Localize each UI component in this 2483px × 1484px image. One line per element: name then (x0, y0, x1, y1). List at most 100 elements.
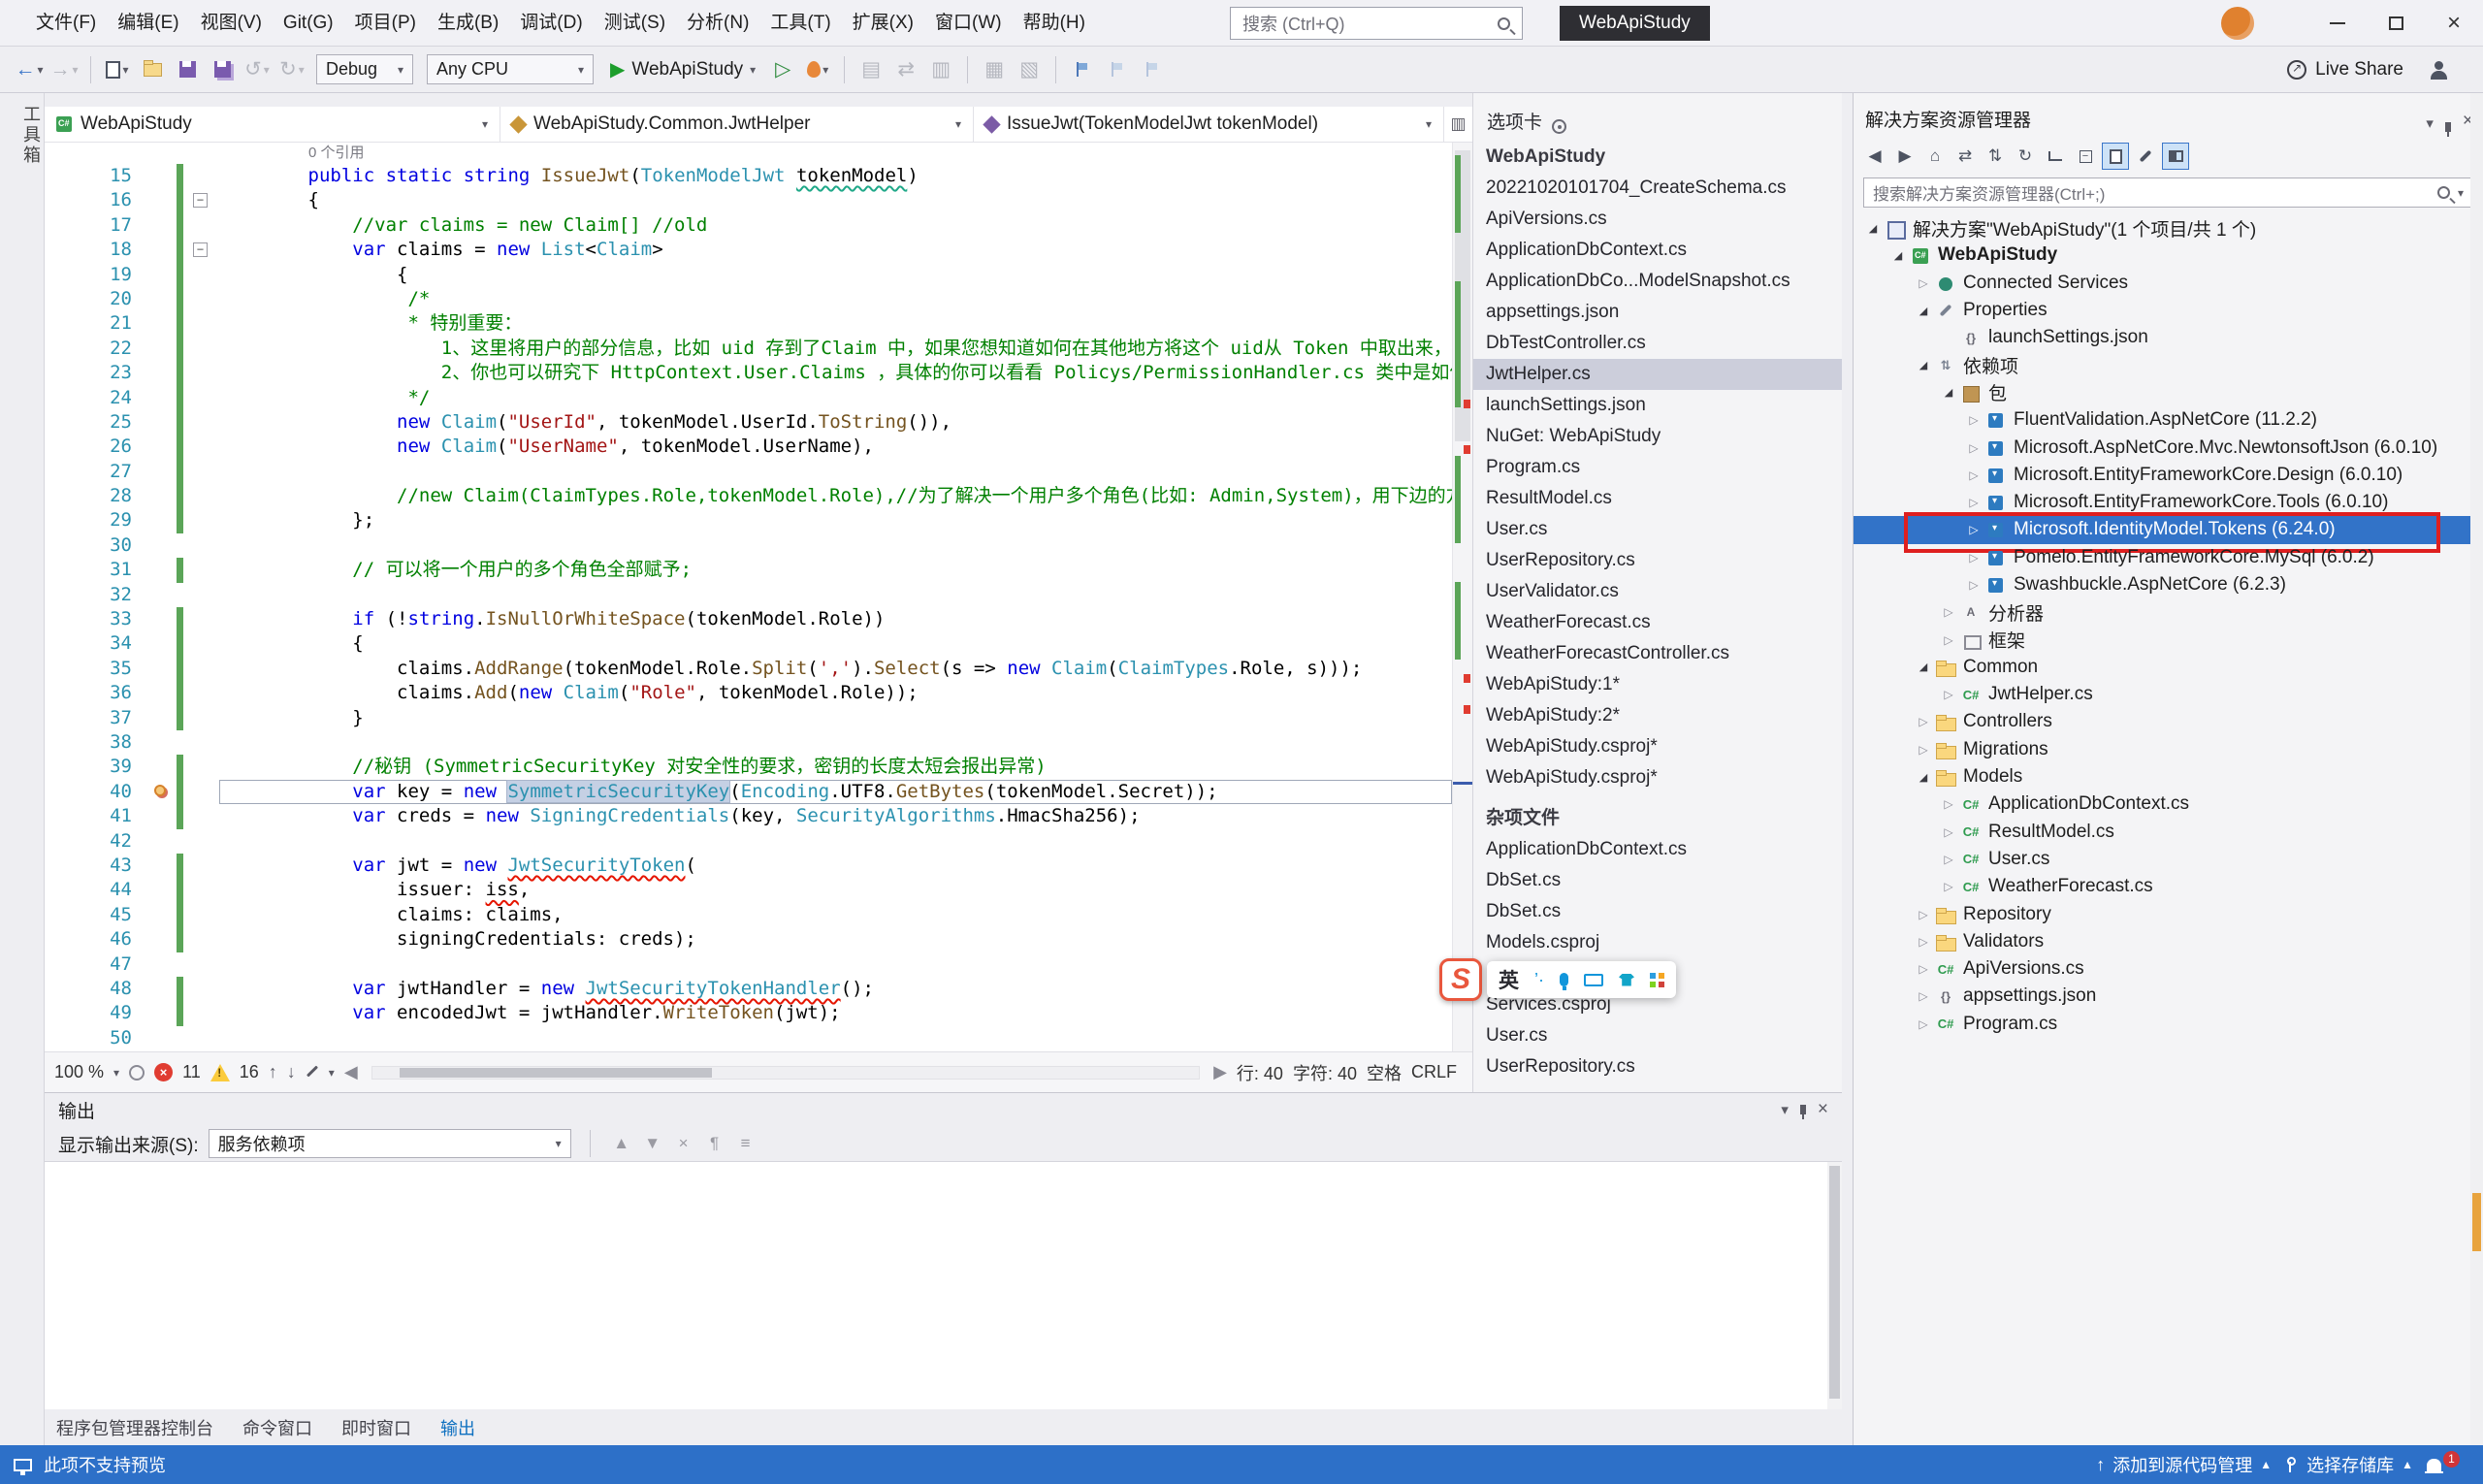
expander-icon[interactable]: ▷ (1962, 496, 1985, 509)
home-icon[interactable]: ⌂ (1921, 143, 1949, 170)
menu-item[interactable]: 扩展(X) (842, 0, 924, 46)
collapse-region-icon[interactable]: − (193, 193, 208, 208)
solution-configurations-dropdown[interactable]: Debug▾ (316, 54, 413, 84)
expander-icon[interactable]: ◢ (1912, 359, 1935, 371)
scrollbar-thumb[interactable] (400, 1068, 712, 1078)
clear-all-icon[interactable]: × (671, 1131, 696, 1156)
document-tab-item[interactable]: 20221020101704_CreateSchema.cs (1473, 173, 1842, 204)
new-file-icon[interactable]: ▾ (102, 53, 133, 86)
expander-icon[interactable]: ◢ (1912, 771, 1935, 784)
messages-list-icon[interactable]: ≡ (733, 1131, 758, 1156)
live-share-button[interactable]: Live Share (2287, 53, 2403, 86)
skin-icon[interactable] (1619, 974, 1634, 986)
tree-item[interactable]: ▷Microsoft.IdentityModel.Tokens (6.24.0) (1854, 516, 2483, 543)
tree-item[interactable]: ▷{}appsettings.json (1854, 983, 2483, 1010)
document-tab-item[interactable]: User.cs (1473, 1020, 1842, 1051)
document-health-icon[interactable] (129, 1065, 145, 1081)
prev-bookmark-icon[interactable] (1102, 53, 1133, 86)
undo-icon[interactable]: ↺▾ (242, 53, 273, 86)
preview-selected-items-icon[interactable] (2162, 143, 2189, 170)
expander-icon[interactable]: ◢ (1912, 661, 1935, 673)
feedback-button[interactable] (2423, 53, 2454, 86)
expander-icon[interactable]: ▷ (1912, 908, 1935, 921)
code-line[interactable]: 22 1、这里将用户的部分信息，比如 uid 存到了Claim 中，如果您想知道… (45, 337, 1452, 361)
expander-icon[interactable]: ▷ (1912, 989, 1935, 1003)
tree-item[interactable]: ▷C#ApiVersions.cs (1854, 955, 2483, 983)
code-line[interactable]: 48 var jwtHandler = new JwtSecurityToken… (45, 977, 1452, 1001)
code-line[interactable]: 24 */ (45, 386, 1452, 410)
document-tab-item[interactable]: WeatherForecastController.cs (1473, 638, 1842, 669)
output-source-dropdown[interactable]: 服务依赖项 ▾ (209, 1129, 571, 1158)
breadcrumb-member-dropdown[interactable]: IssueJwt(TokenModelJwt tokenModel) ▾ (974, 107, 1443, 142)
expander-icon[interactable]: ◢ (1912, 305, 1935, 317)
code-line[interactable]: 40 var key = new SymmetricSecurityKey(En… (45, 780, 1452, 804)
solution-search-input[interactable]: 搜索解决方案资源管理器(Ctrl+;) ▾ (1863, 177, 2473, 208)
next-issue-icon[interactable]: ↓ (287, 1062, 296, 1082)
tool-window-tab[interactable]: 命令窗口 (242, 1415, 312, 1440)
code-line[interactable]: 28 //new Claim(ClaimTypes.Role,tokenMode… (45, 484, 1452, 508)
tree-item[interactable]: ▷A分析器 (1854, 598, 2483, 626)
watch-window-icon[interactable]: ▦ (979, 53, 1010, 86)
code-line[interactable]: 27 (45, 460, 1452, 484)
document-tab-item[interactable]: DbTestController.cs (1473, 328, 1842, 359)
menu-item[interactable]: 项目(P) (344, 0, 427, 46)
close-button[interactable]: × (2425, 0, 2483, 46)
document-tab-item[interactable]: NuGet: WebApiStudy (1473, 421, 1842, 452)
tree-item[interactable]: ▷Connected Services (1854, 270, 2483, 297)
document-tab-item[interactable]: ApiVersions.cs (1473, 204, 1842, 235)
expander-icon[interactable]: ▷ (1937, 797, 1960, 811)
pin-icon[interactable] (1800, 1105, 1806, 1114)
keyboard-icon[interactable] (1584, 974, 1603, 986)
expander-icon[interactable]: ▷ (1937, 853, 1960, 866)
ime-punctuation-icon[interactable]: ’· (1534, 970, 1544, 990)
find-in-files-icon[interactable]: ▤ (855, 53, 887, 86)
code-line[interactable]: 45 claims: claims, (45, 903, 1452, 927)
expander-icon[interactable]: ▷ (1912, 1017, 1935, 1031)
menu-item[interactable]: Git(G) (273, 0, 344, 46)
expander-icon[interactable]: ▷ (1937, 825, 1960, 839)
expander-icon[interactable]: ▷ (1962, 413, 1985, 427)
expander-icon[interactable]: ▷ (1937, 633, 1960, 647)
window-position-icon[interactable]: ▾ (1781, 1101, 1789, 1118)
open-file-icon[interactable] (137, 53, 168, 86)
document-tab-item[interactable]: DbSet.cs (1473, 865, 1842, 896)
code-line[interactable]: 23 2、你也可以研究下 HttpContext.User.Claims ，具体… (45, 361, 1452, 385)
prev-issue-icon[interactable]: ↑ (269, 1062, 277, 1082)
output-scrollbar[interactable] (1827, 1162, 1842, 1409)
menu-item[interactable]: 窗口(W) (924, 0, 1013, 46)
tree-item[interactable]: ▷C#ResultModel.cs (1854, 819, 2483, 846)
tool-window-tab[interactable]: 即时窗口 (341, 1415, 411, 1440)
tree-item[interactable]: ▷Microsoft.AspNetCore.Mvc.NewtonsoftJson… (1854, 434, 2483, 461)
code-line[interactable]: 16− { (45, 188, 1452, 212)
tool-window-tab[interactable]: 输出 (440, 1415, 475, 1440)
menu-item[interactable]: 工具(T) (759, 0, 841, 46)
tree-item[interactable]: {}launchSettings.json (1854, 324, 2483, 351)
code-line[interactable]: 38 (45, 730, 1452, 755)
menu-item[interactable]: 文件(F) (25, 0, 107, 46)
start-without-debugging-icon[interactable]: ▷ (767, 53, 798, 86)
properties-icon[interactable] (2132, 143, 2159, 170)
menu-item[interactable]: 编辑(E) (107, 0, 189, 46)
save-all-icon[interactable] (207, 53, 238, 86)
expander-icon[interactable]: ◢ (1937, 386, 1960, 399)
pin-icon[interactable] (2445, 122, 2451, 132)
breadcrumb-project-dropdown[interactable]: WebApiStudy ▾ (45, 107, 500, 142)
code-line[interactable]: 33 if (!string.IsNullOrWhiteSpace(tokenM… (45, 607, 1452, 631)
tree-item[interactable]: ▷FluentValidation.AspNetCore (11.2.2) (1854, 406, 2483, 434)
tree-item[interactable]: ◢⇅依赖项 (1854, 351, 2483, 378)
code-line[interactable]: 43 var jwt = new JwtSecurityToken( (45, 854, 1452, 878)
code-line[interactable]: 19 { (45, 263, 1452, 287)
tree-item[interactable]: ▷框架 (1854, 626, 2483, 653)
collapse-all-icon[interactable]: − (2072, 143, 2099, 170)
document-tab-item[interactable]: ApplicationDbCo...ModelSnapshot.cs (1473, 266, 1842, 297)
code-line[interactable]: 15 public static string IssueJwt(TokenMo… (45, 164, 1452, 188)
toolbox-tab[interactable]: 工具箱 (0, 105, 44, 166)
zoom-level-dropdown[interactable]: 100 % (54, 1062, 104, 1082)
tree-item[interactable]: ▷Microsoft.EntityFrameworkCore.Design (6… (1854, 462, 2483, 489)
document-tab-item[interactable]: ApplicationDbContext.cs (1473, 235, 1842, 266)
document-tab-item[interactable]: WebApiStudy:1* (1473, 669, 1842, 700)
code-area[interactable]: 0 个引用15 public static string IssueJwt(To… (45, 143, 1452, 1051)
code-line[interactable]: 29 }; (45, 508, 1452, 532)
expander-icon[interactable]: ▷ (1912, 276, 1935, 290)
document-tab-item[interactable]: WebApiStudy:2* (1473, 700, 1842, 731)
